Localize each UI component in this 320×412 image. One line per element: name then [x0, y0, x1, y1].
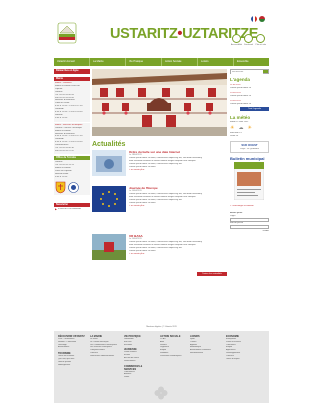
- seal-icon: [68, 181, 79, 193]
- agenda-text: Lorem ipsum dolor sit: [230, 102, 251, 105]
- left-sidebar: Démarches en ligne Mairie Mairie - Ustar…: [54, 69, 90, 212]
- partner-ad[interactable]: SUD OUEST Pays - Le Quartiers: [230, 141, 269, 154]
- weather-icons: ☀ ☁ ☀: [230, 125, 269, 131]
- bulletin-heading: Bulletin municipal: [230, 156, 265, 162]
- facebook-icon[interactable]: [244, 34, 253, 43]
- footer-link[interactable]: Offres d'emploi: [226, 358, 266, 361]
- sun-icon: ☀: [247, 125, 252, 132]
- quick-links: [232, 34, 265, 43]
- flag-fr-icon[interactable]: [251, 16, 257, 22]
- all-news-button[interactable]: Toutes les actualités: [197, 272, 227, 276]
- hero-image: [92, 69, 227, 136]
- mairie-info: Mairie - Ustaritza Mairie d'Ustaritz Pla…: [54, 81, 90, 122]
- footer-col-mairie: LA MAIRIE Le Maire Le Conseil Municipal …: [90, 335, 118, 358]
- mairie-line: 9:00 à 12:00: [55, 116, 68, 119]
- header: USTARITZ•UZTARITZE Accessibilité Faceboo…: [54, 14, 269, 54]
- accessibility-label: Accessibilité: [230, 44, 242, 46]
- nav-item-mairie[interactable]: La Mairie: [90, 58, 126, 66]
- read-more-link[interactable]: > en savoir plus: [129, 205, 227, 207]
- newsletter-link[interactable]: ▶ S'inscrire à la newsletter: [54, 207, 90, 212]
- copyright: Mentions légales | © Ustaritz 2011: [146, 326, 177, 328]
- main-nav: Ustaritz Accueil La Mairie Vie Pratique …: [54, 58, 269, 66]
- news-item[interactable]: Ordre du bulle sur une date Internet Le …: [92, 150, 227, 180]
- password-input[interactable]: [230, 224, 269, 229]
- footer-link[interactable]: Elections: [124, 344, 152, 347]
- footer-link[interactable]: Personnes handicapées: [160, 355, 188, 358]
- footer-link[interactable]: Maniéfestation: [190, 352, 218, 355]
- bulletin-cover[interactable]: [233, 161, 265, 201]
- agenda-text: Lorem ipsum dolor sit: [230, 94, 251, 97]
- right-sidebar: L'agenda 11.04.2011 Lorem ipsum dolor si…: [230, 69, 269, 233]
- agenda-entry[interactable]: 11.04.2011 Lorem ipsum dolor sit: [230, 84, 269, 90]
- office-line: 9:00 à 12:00: [55, 175, 68, 178]
- agenda-entry[interactable]: 15.04.2011 Lorem ipsum dolor sit: [230, 100, 269, 106]
- search-box: [230, 69, 269, 74]
- login-box: Accès privé Login Mot de passe Valider: [230, 212, 269, 233]
- footer-col-discover: DÉCOUVRIR USTARITZ Plan - Localisation H…: [58, 335, 86, 366]
- news-item[interactable]: UR BASA Le 10/04/2011 Lorem ipsum dolor …: [92, 234, 227, 264]
- newsletter-text: S'inscrire à la newsletter: [57, 208, 82, 211]
- page: USTARITZ•UZTARITZE Accessibilité Faceboo…: [54, 14, 269, 328]
- sun-icon: ☀: [230, 125, 235, 132]
- agenda-entry[interactable]: 15.04.2011 Lorem ipsum dolor sit: [230, 92, 269, 98]
- news-item[interactable]: Journée de l'Europe Le 10/04/2011 Lorem …: [92, 186, 227, 216]
- news-thumbnail[interactable]: [92, 234, 126, 260]
- login-button[interactable]: Valider: [230, 230, 269, 233]
- basque-house-illustration: [92, 69, 227, 136]
- news-section-title: Actualités: [92, 141, 126, 148]
- ad-subtitle: Pays - Le Quartiers: [240, 148, 259, 151]
- site-title-left: USTARITZ: [110, 26, 178, 42]
- flag-eu-icon[interactable]: [259, 16, 265, 22]
- weather-line: Jeudi 14: [230, 135, 239, 138]
- agenda-text: Lorem ipsum dolor sit: [230, 86, 251, 89]
- sitemap-label: Plan du site: [255, 44, 266, 46]
- facebook-label: Facebook: [244, 44, 253, 46]
- partner-logos: [55, 181, 89, 194]
- search-input[interactable]: [231, 70, 263, 74]
- nav-item-ensemble[interactable]: Ensemble: [234, 58, 269, 66]
- footer-col-action-sociale: ACTION SOCIALE CCAS Aide Seniors Logemen…: [160, 335, 188, 358]
- agenda-button[interactable]: Tout l'agenda: [240, 107, 269, 112]
- news-body: UR BASA Le 10/04/2011 Lorem ipsum dolor …: [129, 234, 227, 255]
- search-icon[interactable]: [263, 70, 268, 73]
- coat-of-arms-icon: [55, 181, 66, 194]
- services-info: Mairie - Services techniques Ustaritz - …: [54, 122, 90, 154]
- nav-item-loisirs[interactable]: Loisirs: [198, 58, 234, 66]
- sitemap-icon[interactable]: [256, 34, 265, 43]
- footer-link[interactable]: Hébergement: [58, 364, 86, 367]
- nav-item-vie-pratique[interactable]: Vie Pratique: [126, 58, 162, 66]
- town-logo[interactable]: [57, 22, 77, 44]
- accessibility-icon[interactable]: [232, 34, 241, 43]
- nav-item-accueil[interactable]: Ustaritz Accueil: [54, 58, 90, 66]
- arrow-icon: ▶: [55, 208, 57, 212]
- cloud-icon: ☁: [238, 125, 244, 132]
- agenda-heading: L'agenda: [230, 77, 250, 82]
- news-thumbnail[interactable]: [92, 150, 126, 176]
- footer-link[interactable]: Démarches administratives: [90, 355, 118, 358]
- news-body: Ordre du bulle sur une date Internet Le …: [129, 150, 227, 171]
- footer-link[interactable]: Santé: [124, 376, 152, 379]
- footer-col-economie: ECONOMIE Entreprises Zones d'activités C…: [226, 335, 266, 360]
- news-thumbnail[interactable]: [92, 186, 126, 212]
- nav-item-action-sociale[interactable]: Action Sociale: [162, 58, 198, 66]
- news-body: Journée de l'Europe Le 10/04/2011 Lorem …: [129, 186, 227, 207]
- read-more-link[interactable]: > en savoir plus: [129, 253, 227, 255]
- footer-link[interactable]: Restauration: [124, 360, 152, 363]
- bulletin-download-link[interactable]: > Télécharger le Bulletin: [230, 205, 269, 208]
- footer-col-vie-pratique: VIE PRATIQUE Urbanisme Etat civil Electi…: [124, 335, 152, 379]
- footer-link[interactable]: Associations: [58, 346, 86, 349]
- basque-cross-icon: [154, 386, 168, 400]
- weather-line: Mardi 12 avril 2011: [230, 121, 249, 124]
- online-services-button[interactable]: Démarches en ligne: [54, 69, 90, 74]
- footer: DÉCOUVRIR USTARITZ Plan - Localisation H…: [54, 331, 269, 403]
- read-more-link[interactable]: > en savoir plus: [129, 169, 227, 171]
- footer-col-loisirs: LOISIRS Sport Culture Agenda Bibliothèqu…: [190, 335, 218, 355]
- services-line: Fax 05 59 93 22 92: [55, 149, 74, 152]
- office-info: Ustaritz Tél. 05 59 93 14 14 Mairie d'Us…: [54, 160, 90, 195]
- language-flags: [251, 16, 265, 22]
